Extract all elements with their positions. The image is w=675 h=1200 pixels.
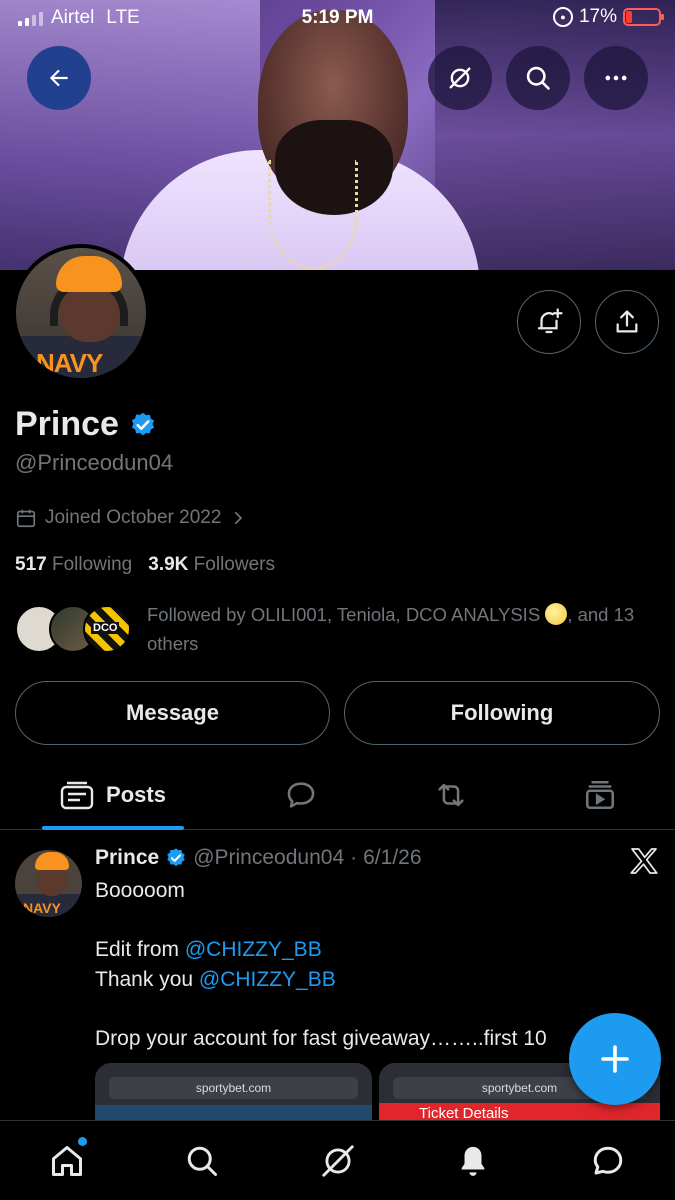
post-line-text: Edit from — [95, 938, 185, 961]
post-author-avatar[interactable]: NAVY — [15, 850, 82, 917]
message-label: Message — [126, 700, 219, 725]
post-line: Thank you @CHIZZY_BB — [95, 965, 655, 995]
post-author-name[interactable]: Prince — [95, 846, 159, 870]
search-button[interactable] — [506, 46, 570, 110]
moon-emoji-icon — [545, 603, 568, 625]
nav-notifications[interactable] — [451, 1139, 495, 1183]
battery-icon — [623, 8, 664, 26]
post-author-handle: @Princeodun04 — [193, 846, 345, 869]
active-tab-indicator — [42, 826, 184, 830]
home-icon — [52, 1146, 82, 1176]
post-avatar-print: NAVY — [23, 900, 61, 916]
followed-by-names: Followed by OLILI001, Teniola, DCO ANALY… — [147, 604, 541, 625]
verified-badge-icon — [131, 412, 155, 435]
follower-avatar-text: DCO — [91, 622, 120, 634]
following-count: 517 — [15, 554, 47, 575]
grok-icon — [322, 1145, 354, 1177]
mention-link[interactable]: @CHIZZY_BB — [199, 968, 336, 991]
arrow-left-icon — [49, 69, 68, 87]
bell-plus-icon — [537, 308, 563, 334]
avatar-print: NAVY — [36, 348, 103, 378]
post-line: Edit from @CHIZZY_BB — [95, 935, 655, 965]
grok-icon — [449, 67, 471, 89]
status-bar: Airtel LTE 5:19 PM ● 17% — [0, 0, 675, 34]
tab-posts-label: Posts — [106, 782, 166, 807]
plus-icon — [601, 1045, 629, 1073]
profile-banner[interactable] — [0, 0, 675, 270]
tab-reposts[interactable] — [415, 760, 487, 830]
media-url: sportybet.com — [481, 1081, 558, 1095]
tab-replies[interactable] — [265, 760, 337, 830]
search-icon — [526, 66, 550, 90]
calendar-icon — [16, 509, 36, 528]
nav-search[interactable] — [180, 1139, 224, 1183]
nav-home[interactable] — [45, 1137, 89, 1183]
following-button[interactable]: Following — [344, 681, 660, 745]
posts-icon — [60, 781, 94, 810]
followed-by-text: Followed by OLILI001, Teniola, DCO ANALY… — [147, 600, 665, 658]
reply-icon — [287, 782, 315, 808]
video-icon — [585, 780, 615, 810]
joined-date[interactable]: Joined October 2022 — [15, 507, 247, 529]
followed-by[interactable]: DCO Followed by OLILI001, Teniola, DCO A… — [15, 600, 665, 658]
more-icon — [605, 75, 627, 81]
profile-name: Prince — [15, 405, 119, 443]
mention-link[interactable]: @CHIZZY_BB — [185, 938, 322, 961]
post-text: Booooom Edit from @CHIZZY_BB Thank you @… — [95, 876, 655, 1053]
post-line-text: Thank you — [95, 967, 199, 991]
tab-media[interactable] — [564, 760, 636, 830]
bottom-nav — [0, 1120, 675, 1200]
repost-icon — [438, 783, 464, 807]
more-button[interactable] — [584, 46, 648, 110]
nav-messages[interactable] — [586, 1139, 630, 1183]
followers-count: 3.9K — [148, 554, 189, 575]
bell-icon — [461, 1146, 485, 1176]
post-header: Prince @Princeodun04 · 6/1/26 — [95, 846, 422, 870]
notification-dot — [78, 1137, 87, 1146]
joined-text: Joined October 2022 — [45, 507, 222, 528]
post-line: Booooom — [95, 879, 185, 902]
follower-avatar: DCO — [83, 605, 131, 653]
back-button[interactable] — [27, 46, 91, 110]
post-meta-separator: · — [350, 846, 358, 869]
tab-posts[interactable]: Posts — [42, 760, 184, 830]
following-button-label: Following — [450, 700, 554, 725]
profile-handle: @Princeodun04 — [15, 450, 174, 475]
followers-label: Followers — [193, 554, 275, 575]
message-button[interactable]: Message — [15, 681, 330, 745]
following-label: Following — [51, 554, 133, 575]
chevron-right-icon — [235, 511, 243, 525]
rotation-lock-icon: ● — [552, 7, 573, 27]
media-url: sportybet.com — [195, 1081, 272, 1095]
post-media-image[interactable]: sportybet.com — [95, 1063, 372, 1123]
profile-tabs: Posts — [0, 760, 675, 830]
compose-button[interactable] — [569, 1013, 661, 1105]
post-date: 6/1/26 — [363, 846, 422, 869]
battery-percent: 17% — [578, 6, 617, 27]
grok-button[interactable] — [428, 46, 492, 110]
share-icon — [616, 310, 638, 333]
notify-button[interactable] — [517, 290, 581, 354]
profile-avatar[interactable]: NAVY — [12, 244, 150, 382]
chat-icon — [593, 1146, 623, 1175]
following-count-link[interactable]: 517 Following — [15, 554, 132, 576]
share-button[interactable] — [595, 290, 659, 354]
verified-badge-icon — [167, 848, 185, 867]
followers-count-link[interactable]: 3.9K Followers — [148, 554, 275, 576]
x-logo-icon[interactable] — [628, 845, 660, 877]
media-url-bar: sportybet.com — [109, 1077, 358, 1099]
nav-grok[interactable] — [316, 1139, 360, 1183]
search-icon — [187, 1146, 217, 1176]
